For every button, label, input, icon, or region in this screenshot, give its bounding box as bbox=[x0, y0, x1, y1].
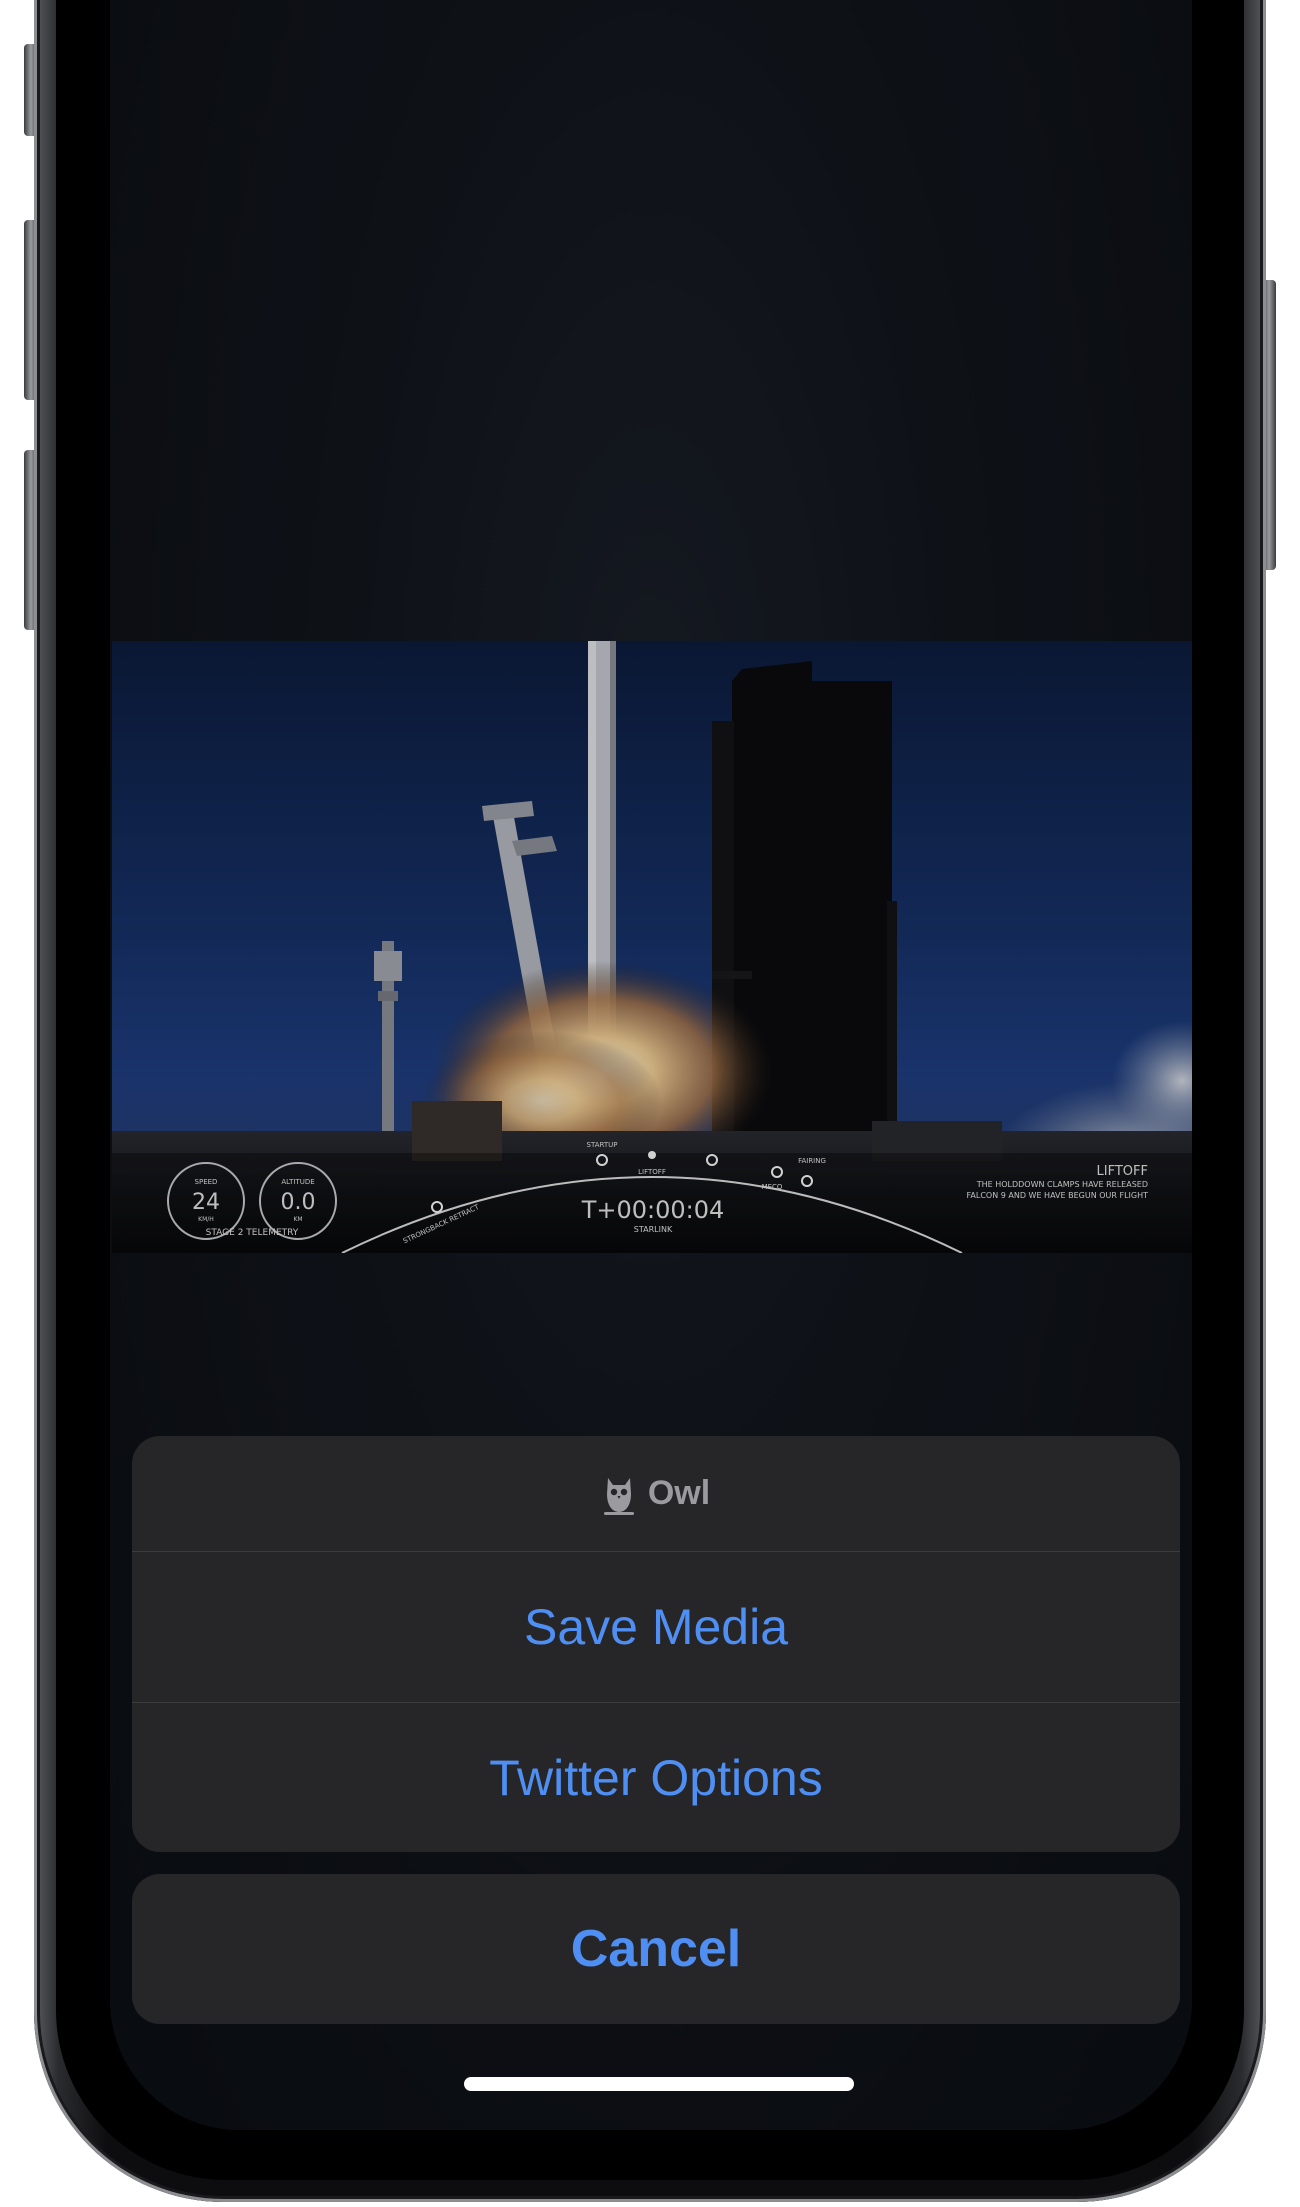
cancel-button[interactable]: Cancel bbox=[132, 1874, 1180, 2024]
action-sheet-title: Owl bbox=[647, 1474, 711, 1512]
action-sheet-header: Owl bbox=[132, 1436, 1180, 1552]
device-mockup: STARTUP LIFTOFF MECO FAIRING STRONGBACK … bbox=[0, 0, 1300, 2207]
action-sheet: Owl Save Media Twitter Options bbox=[132, 1436, 1180, 1852]
home-indicator[interactable] bbox=[464, 2077, 854, 2091]
owl-icon bbox=[603, 1477, 634, 1515]
twitter-options-button[interactable]: Twitter Options bbox=[132, 1702, 1180, 1852]
phone-screen: STARTUP LIFTOFF MECO FAIRING STRONGBACK … bbox=[110, 0, 1192, 2130]
save-media-button[interactable]: Save Media bbox=[132, 1552, 1180, 1702]
